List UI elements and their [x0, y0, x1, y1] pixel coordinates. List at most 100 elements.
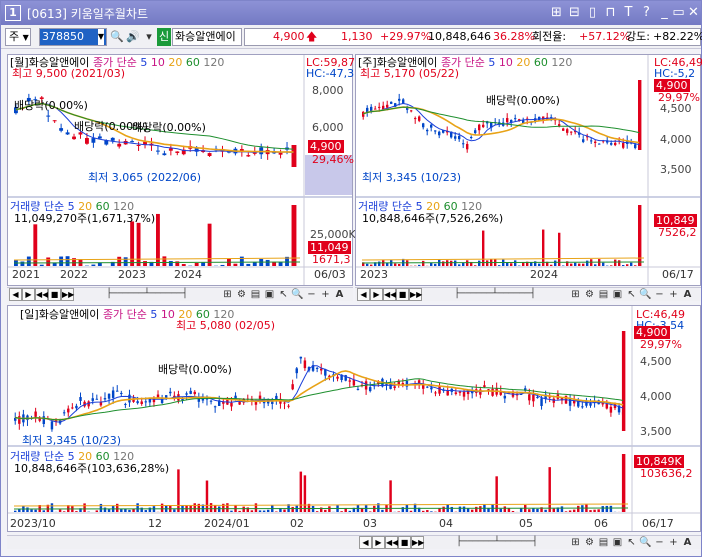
candle-body — [85, 138, 89, 144]
stop-icon[interactable]: ■ — [396, 288, 409, 301]
grid-icon[interactable]: ⊞ — [569, 288, 582, 301]
candle-body — [207, 153, 212, 156]
auto-scale-icon[interactable]: A — [333, 288, 346, 301]
stock-code-value: 378850 — [42, 30, 84, 43]
stock-name-field[interactable]: 화승알앤에이 — [172, 28, 242, 46]
candle-body — [356, 388, 360, 390]
screen-icon[interactable]: ▣ — [611, 536, 624, 549]
volume-bar — [397, 511, 400, 512]
volume-bar — [394, 263, 397, 266]
layout-icon[interactable]: ▯ — [584, 4, 601, 22]
draw-icon[interactable]: ↖ — [277, 288, 290, 301]
low-label: 최저 3,345 (10/23) — [362, 171, 462, 184]
weekly-chart-panel[interactable]: [주]화승알앤에이 종가 단순 5 10 20 60 120 최고 5,170 … — [355, 54, 702, 286]
volume: 10,848,646 — [428, 30, 491, 43]
volume-bar — [578, 263, 581, 266]
monthly-scroll-controls: ◀ ▶ ◀◀ ■ ▶▶ ├──────┴──────┤ ⊞ ⚙ ▤ ▣ ↖ 🔍 … — [7, 287, 353, 301]
candle-body — [213, 406, 217, 408]
screen-icon[interactable]: ▣ — [611, 288, 624, 301]
auto-scale-icon[interactable]: A — [681, 536, 694, 549]
step-right-icon[interactable]: ▶ — [372, 536, 385, 549]
screen-icon[interactable]: ▣ — [263, 288, 276, 301]
candle-body — [609, 406, 613, 413]
settings-icon[interactable]: ⚙ — [583, 536, 596, 549]
step-right-icon[interactable]: ▶ — [370, 288, 383, 301]
monthly-chart-canvas[interactable] — [8, 55, 352, 285]
grid-icon[interactable]: ⊞ — [221, 288, 234, 301]
candle-body — [175, 151, 180, 153]
candle-body — [386, 104, 389, 108]
volume-bar — [609, 505, 613, 512]
draw-icon[interactable]: ↖ — [625, 536, 638, 549]
draw-icon[interactable]: ↖ — [625, 288, 638, 301]
dividend-label: 배당락(0.00%) — [14, 99, 88, 112]
zoom-in-icon[interactable]: + — [319, 288, 332, 301]
settings-icon[interactable]: ⚙ — [583, 288, 596, 301]
zoom-out-icon[interactable]: − — [653, 536, 666, 549]
candle-body — [278, 152, 283, 155]
monthly-chart-panel[interactable]: [월]화승알앤에이 종가 단순 5 10 20 60 120 최고 9,500 … — [7, 54, 356, 286]
volume-bar — [574, 262, 577, 266]
layers-icon[interactable]: ▤ — [249, 288, 262, 301]
zoom-slider[interactable]: ├──────┴──────┤ — [425, 288, 565, 301]
stock-code-input[interactable]: 378850 ▼ — [39, 28, 107, 46]
step-back-icon[interactable]: ◀◀ — [35, 288, 48, 301]
scroll-left-icon[interactable]: ◀ — [357, 288, 370, 301]
dividend-label: 배당락(0.00%) — [486, 94, 560, 107]
font-icon[interactable]: T — [620, 4, 637, 22]
zoom-slider[interactable]: ├──────┴──────┤ — [427, 536, 567, 549]
stop-icon[interactable]: ■ — [48, 288, 61, 301]
scroll-left-icon[interactable]: ◀ — [359, 536, 372, 549]
step-right-icon[interactable]: ▶ — [22, 288, 35, 301]
auto-scale-icon[interactable]: A — [681, 288, 694, 301]
weekly-chart-canvas[interactable] — [356, 55, 700, 285]
candle-body — [50, 421, 54, 430]
zoom-icon[interactable]: 🔍 — [639, 536, 652, 549]
volume-bar — [116, 503, 119, 512]
zoom-slider[interactable]: ├──────┴──────┤ — [77, 288, 217, 301]
zoom-icon[interactable]: 🔍 — [639, 288, 652, 301]
layers-icon[interactable]: ▤ — [597, 288, 610, 301]
menu-icon[interactable]: ▾ — [141, 28, 157, 46]
candle-body — [72, 136, 76, 140]
volume-bar — [275, 511, 278, 512]
volume-ma-line — [13, 503, 629, 507]
volume-bar — [418, 264, 421, 266]
step-back-icon[interactable]: ◀◀ — [385, 536, 398, 549]
title-bar[interactable]: 1 [0613] 키움일주월차트 ⊞ ⊟ ▯ ⊓ T ? _ ▭ ✕ — [1, 1, 701, 25]
volume-bar — [548, 467, 551, 512]
volume-bar — [422, 510, 425, 512]
split-icon[interactable]: ⊟ — [566, 4, 583, 22]
search-icon[interactable]: 🔍 — [109, 28, 125, 46]
candle-body — [111, 390, 115, 398]
tile-icon[interactable]: ⊞ — [548, 4, 565, 22]
volume-bar — [470, 509, 474, 512]
settings-icon[interactable]: ⚙ — [235, 288, 248, 301]
scroll-left-icon[interactable]: ◀ — [9, 288, 22, 301]
step-back-icon[interactable]: ◀◀ — [383, 288, 396, 301]
zoom-icon[interactable]: 🔍 — [291, 288, 304, 301]
market-select[interactable]: 주 ▼ — [5, 28, 31, 46]
zoom-in-icon[interactable]: + — [667, 536, 680, 549]
zoom-in-icon[interactable]: + — [667, 288, 680, 301]
speaker-icon[interactable]: 🔊 — [125, 28, 141, 46]
stop-icon[interactable]: ■ — [398, 536, 411, 549]
zoom-out-icon[interactable]: − — [305, 288, 318, 301]
step-forward-icon[interactable]: ▶▶ — [411, 536, 424, 549]
step-forward-icon[interactable]: ▶▶ — [409, 288, 422, 301]
daily-chart-panel[interactable]: [일]화승알앤에이 종가 단순 5 10 20 60 120 최고 5,080 … — [7, 305, 701, 532]
grid-icon[interactable]: ⊞ — [569, 536, 582, 549]
candle-body — [590, 140, 593, 142]
volume-bar — [324, 509, 327, 512]
zoom-out-icon[interactable]: − — [653, 288, 666, 301]
help-icon[interactable]: ? — [638, 4, 655, 22]
close-icon[interactable]: ✕ — [685, 4, 702, 22]
volume-bar — [430, 262, 433, 266]
daily-chart-canvas[interactable] — [8, 306, 700, 531]
volume-bar — [283, 509, 286, 512]
volume-bar — [59, 256, 64, 266]
layers-icon[interactable]: ▤ — [597, 536, 610, 549]
pin-icon[interactable]: ⊓ — [602, 4, 619, 22]
candle-body — [514, 118, 517, 120]
step-forward-icon[interactable]: ▶▶ — [61, 288, 74, 301]
